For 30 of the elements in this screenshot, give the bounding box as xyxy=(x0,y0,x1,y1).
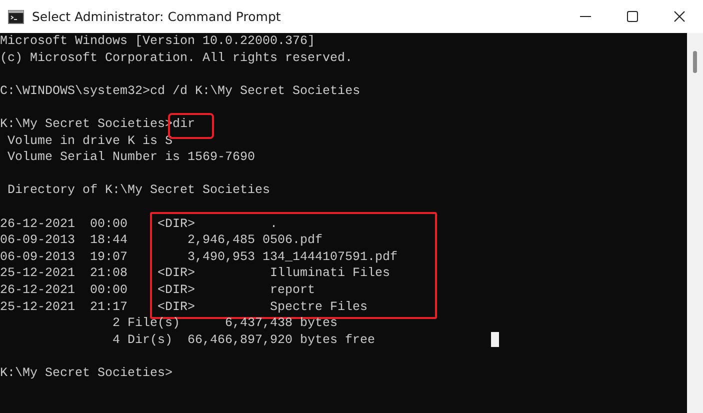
file-entry: <DIR> report xyxy=(158,282,316,298)
command-prompt: K:\My Secret Societies> xyxy=(0,364,173,382)
file-entry: 2,946,485 0506.pdf xyxy=(186,232,323,249)
file-entry: <DIR> . xyxy=(158,216,278,232)
console-line: Volume Serial Number is 1569-7690 xyxy=(6,149,256,166)
command-text: dir xyxy=(172,116,196,133)
file-date: 26-12-2021 00:00 xyxy=(0,282,128,298)
console-line: (c) Microsoft Corporation. All rights reserved. xyxy=(0,50,353,66)
file-date: 25-12-2021 21:17 xyxy=(0,298,128,316)
text-cursor xyxy=(491,332,500,348)
scrollbar-thumb[interactable] xyxy=(693,51,697,73)
file-date: 26-12-2021 00:00 xyxy=(0,216,128,232)
maximize-icon xyxy=(627,11,638,22)
minimize-icon xyxy=(580,16,591,17)
file-date: 06-09-2013 18:44 xyxy=(0,232,128,249)
file-date: 06-09-2013 19:07 xyxy=(0,248,128,266)
scrollbar[interactable] xyxy=(687,33,703,413)
console-line: 2 File(s) 6,437,438 bytes xyxy=(112,315,338,332)
file-date: 25-12-2021 21:08 xyxy=(0,265,128,282)
command-prompt: C:\WINDOWS\system32> xyxy=(0,82,150,100)
file-entry: <DIR> Spectre Files xyxy=(158,298,368,316)
console-line: Directory of K:\My Secret Societies xyxy=(6,182,270,199)
close-icon xyxy=(674,11,685,22)
console-line: Microsoft Windows [Version 10.0.22000.376] xyxy=(0,33,316,50)
console-line: 4 Dir(s) 66,466,897,920 bytes free xyxy=(112,332,376,348)
file-entry: 3,490,953 134_1444107591.pdf xyxy=(186,248,398,266)
window-title: Select Administrator: Command Prompt xyxy=(32,9,281,24)
terminal-icon xyxy=(8,10,24,24)
command-text: cd /d K:\My Secret Societies xyxy=(150,82,360,100)
file-entry: <DIR> Illuminati Files xyxy=(158,265,390,282)
